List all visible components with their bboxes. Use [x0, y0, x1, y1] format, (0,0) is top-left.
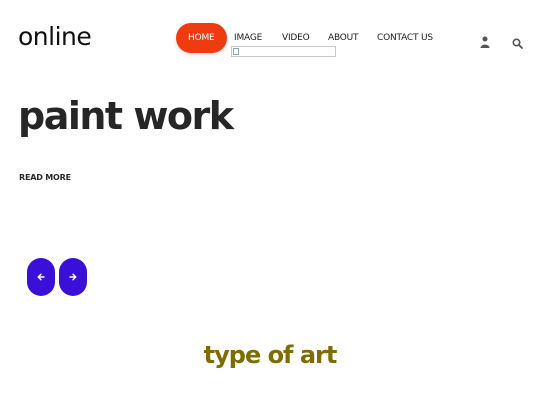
nav-contact-us[interactable]: CONTACT US — [377, 33, 433, 43]
main-nav: HOME IMAGE VIDEO ABOUT CONTACT US — [176, 23, 433, 53]
slider-prev-button[interactable] — [27, 258, 55, 296]
slider-next-button[interactable] — [59, 258, 87, 296]
hero-title: paint work — [18, 94, 234, 138]
broken-image-icon — [233, 48, 239, 55]
search-icon[interactable] — [512, 34, 523, 49]
page: online HOME IMAGE VIDEO ABOUT CONTACT US… — [0, 0, 540, 405]
nav-image[interactable]: IMAGE — [234, 33, 262, 43]
arrow-right-icon — [69, 273, 77, 281]
nav-home[interactable]: HOME — [176, 23, 227, 53]
nav-video[interactable]: VIDEO — [282, 33, 310, 43]
nav-about[interactable]: ABOUT — [328, 33, 359, 43]
section-title: type of art — [203, 341, 338, 369]
user-icon[interactable] — [480, 33, 490, 48]
site-logo[interactable]: online — [18, 22, 92, 52]
arrow-left-icon — [37, 273, 45, 281]
broken-image-placeholder — [231, 46, 336, 57]
read-more-link[interactable]: READ MORE — [19, 173, 71, 182]
